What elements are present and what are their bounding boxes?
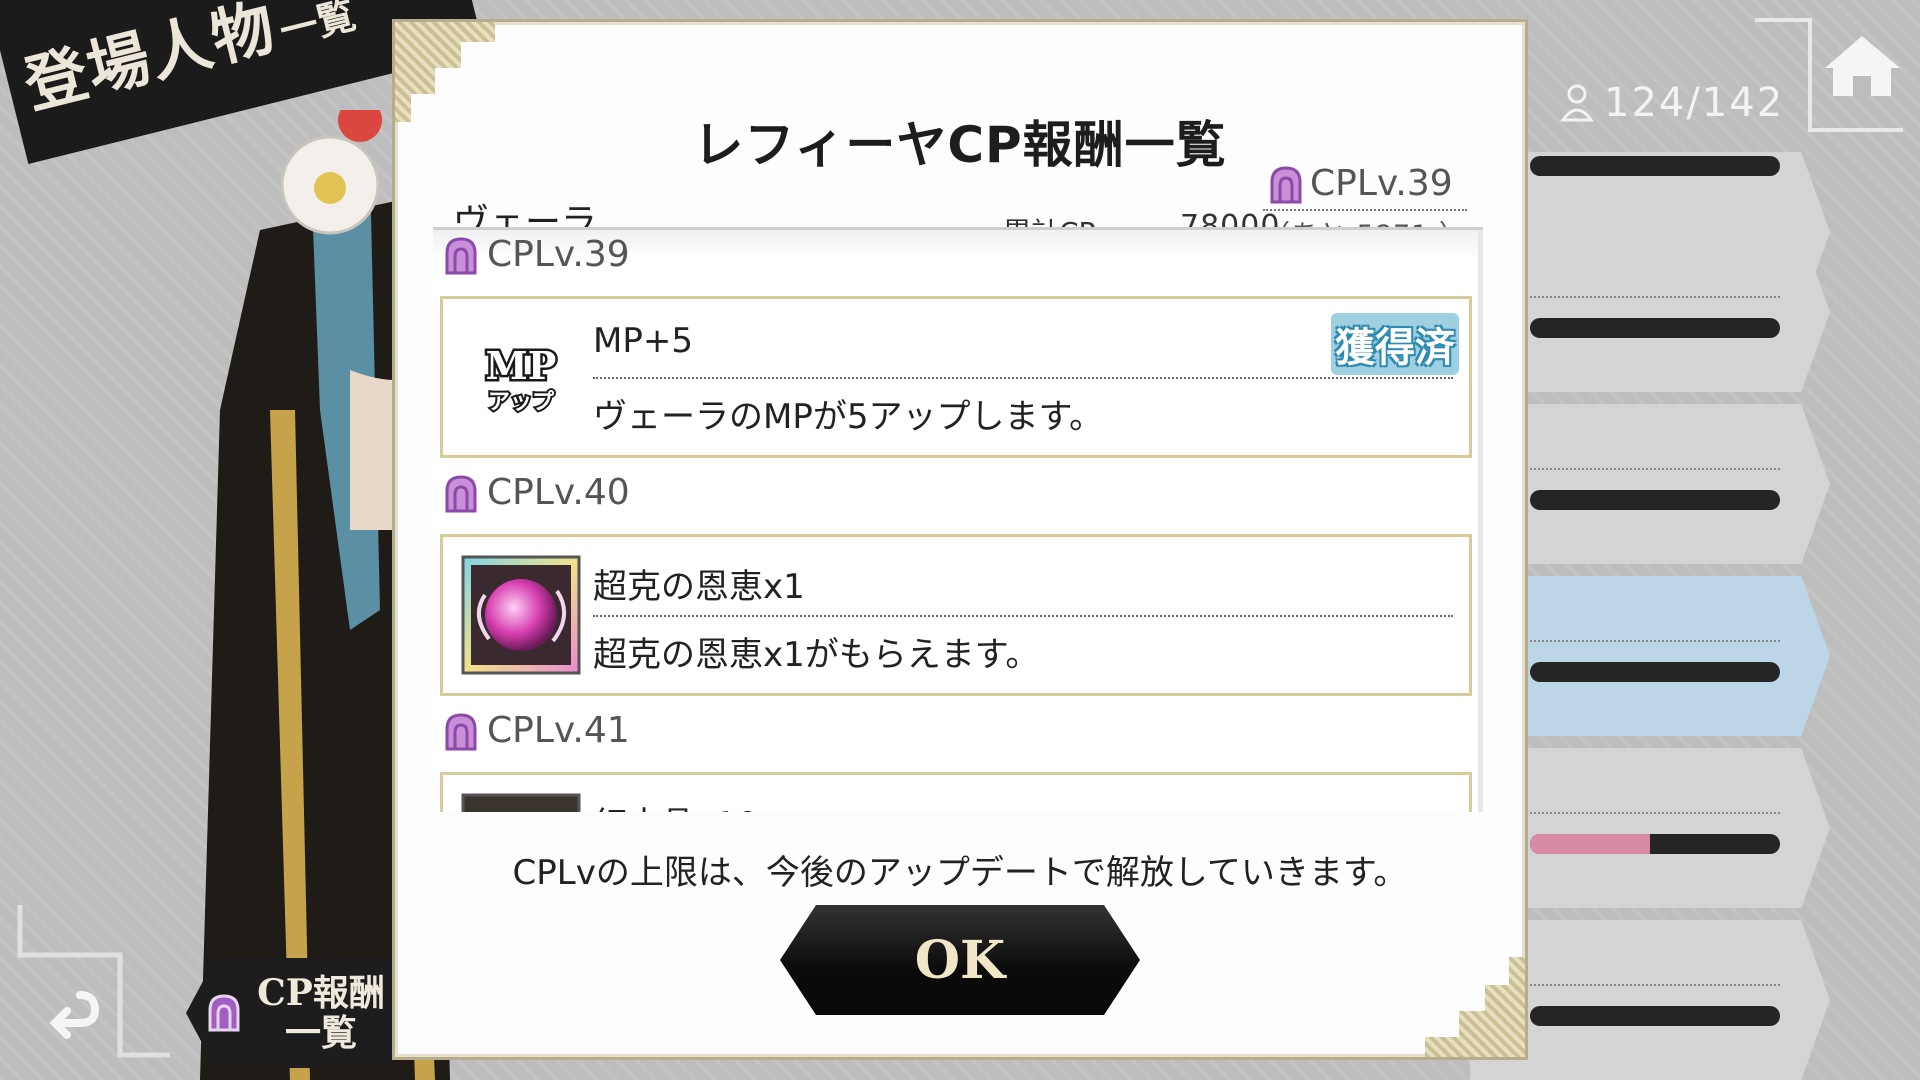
dialog-corner-ornament bbox=[1425, 957, 1525, 1057]
level-header: CPLv.40 bbox=[443, 472, 630, 513]
roster-counter: 124/142 bbox=[1560, 80, 1784, 126]
affinity-bar bbox=[1530, 834, 1780, 854]
reward-description: ヴェーラのMPが5アップします。 bbox=[593, 397, 1104, 437]
reward-card: 超克の恩恵x1 超克の恩恵x1がもらえます。 bbox=[440, 534, 1472, 696]
home-icon bbox=[1825, 36, 1900, 96]
cp-reward-dialog: レフィーヤCP報酬一覧 ヴェーラ CPLv.39 累計CP 78000 （あと … bbox=[395, 22, 1525, 1057]
reward-card: 紅水晶x10 bbox=[440, 772, 1472, 812]
reward-divider bbox=[593, 377, 1453, 379]
affinity-bar bbox=[1530, 1006, 1780, 1026]
card-divider bbox=[1530, 640, 1780, 642]
level-label: CPLv.40 bbox=[487, 472, 630, 513]
update-notice: CPLvの上限は、今後のアップデートで解放していきます。 bbox=[512, 853, 1408, 893]
affinity-bar bbox=[1530, 662, 1780, 682]
card-divider bbox=[1530, 296, 1780, 298]
home-button[interactable] bbox=[1755, 18, 1905, 148]
level-label: CPLv.39 bbox=[487, 234, 630, 275]
level-label: CPLv.41 bbox=[487, 710, 630, 751]
reward-name: 超克の恩恵x1 bbox=[593, 567, 805, 607]
reward-name: MP+5 bbox=[593, 321, 693, 361]
affinity-icon bbox=[208, 994, 240, 1032]
ok-button-label: OK bbox=[914, 929, 1006, 991]
cp-reward-tab[interactable]: CP報酬 一覧 bbox=[186, 958, 396, 1068]
affinity-icon bbox=[445, 474, 477, 512]
card-divider bbox=[1530, 984, 1780, 986]
affinity-icon bbox=[445, 236, 477, 274]
scrollbar[interactable] bbox=[1478, 230, 1483, 812]
card-divider bbox=[1530, 468, 1780, 470]
reward-name: 紅水晶x10 bbox=[593, 797, 758, 812]
reward-description: 超克の恩恵x1がもらえます。 bbox=[593, 635, 1040, 675]
reward-divider bbox=[593, 615, 1453, 617]
level-header: CPLv.39 bbox=[443, 234, 630, 275]
card-divider bbox=[1530, 812, 1780, 814]
acquired-badge: 獲得済 bbox=[1331, 313, 1459, 375]
affinity-bar bbox=[1530, 490, 1780, 510]
crystal-icon bbox=[461, 793, 581, 812]
current-level-text: CPLv.39 bbox=[1310, 163, 1453, 204]
cp-reward-tab-label: CP報酬 一覧 bbox=[257, 972, 385, 1054]
ok-button[interactable]: OK bbox=[780, 905, 1140, 1015]
affinity-bar bbox=[1530, 318, 1780, 338]
person-icon bbox=[1560, 84, 1594, 122]
level-header: CPLv.41 bbox=[443, 710, 630, 751]
page-title-sub: 一覧 bbox=[275, 0, 360, 54]
reward-list[interactable]: CPLv.39 MP アップ MP+5 獲得済 ヴェーラのMPが5アップします。 bbox=[433, 227, 1483, 812]
affinity-icon bbox=[1270, 165, 1302, 203]
back-button[interactable] bbox=[15, 905, 175, 1065]
mp-up-icon: MP アップ bbox=[483, 341, 559, 418]
affinity-bar bbox=[1530, 156, 1780, 176]
mp-up-icon-text: アップ bbox=[488, 390, 555, 415]
affinity-icon bbox=[445, 712, 477, 750]
mp-up-icon-text: MP bbox=[486, 343, 557, 388]
return-arrow-icon bbox=[49, 991, 100, 1039]
pink-orb-icon bbox=[461, 555, 581, 675]
current-cp-level: CPLv.39 bbox=[1268, 163, 1453, 204]
reward-card: MP アップ MP+5 獲得済 ヴェーラのMPが5アップします。 bbox=[440, 296, 1472, 458]
